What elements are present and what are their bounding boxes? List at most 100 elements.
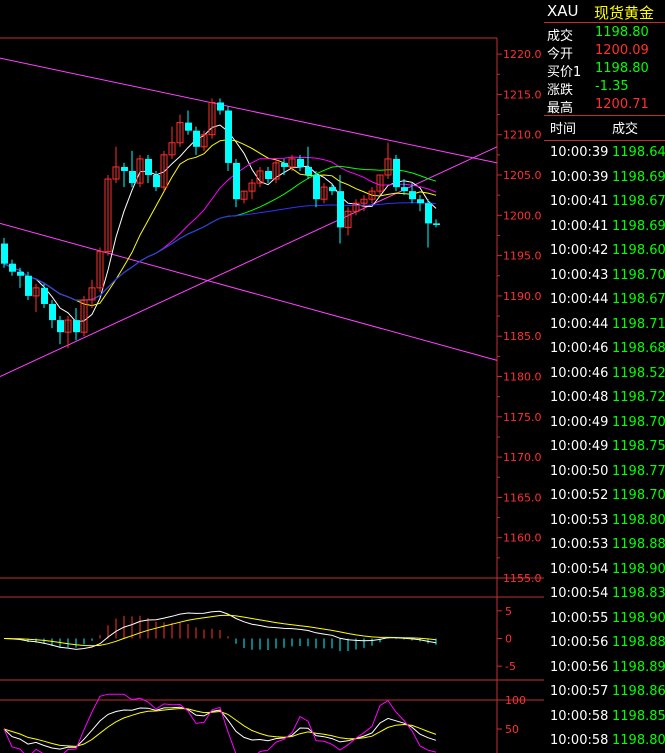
price-tick-label: 1170.0 [503, 451, 542, 464]
candle-body [41, 287, 48, 304]
tick-time: 10:00:55 [550, 610, 609, 626]
candle-body [393, 158, 400, 188]
tick-time: 10:00:42 [550, 243, 609, 258]
candle-body [9, 263, 16, 272]
tick-time: 10:00:44 [550, 316, 609, 332]
ticks-header: 时间 成交 [544, 116, 665, 140]
quote-row: 成交 1198.80 [544, 24, 665, 44]
tick-price: 1198.70 [612, 267, 665, 283]
quote-label: 最高 [547, 101, 574, 116]
tick-time: 10:00:56 [550, 659, 609, 675]
quote-value: 1200.09 [595, 43, 649, 58]
tick-price: 1198.60 [612, 243, 665, 258]
ma-line [3, 139, 437, 307]
price-tick-label: 1185.0 [503, 330, 542, 343]
tick-time: 10:00:54 [550, 561, 609, 577]
tick-row: 10:00:39 1198.64 [544, 142, 665, 165]
price-tick-label: 1180.0 [503, 371, 542, 384]
candlestick-chart[interactable]: 1220.0 1215.0 1210.0 1205.0 1200.0 1195.0 1190… [0, 0, 544, 753]
tick-row: 10:00:56 1198.88 [544, 632, 665, 655]
candle-body [265, 170, 272, 180]
tick-time: 10:00:43 [550, 267, 609, 283]
candle-body [337, 191, 344, 228]
candle-body [297, 158, 304, 167]
price-tick-label: 1175.0 [503, 411, 542, 424]
tick-price: 1198.70 [612, 488, 665, 503]
price-tick-label: 1200.0 [503, 209, 542, 222]
tick-row: 10:00:44 1198.67 [544, 289, 665, 312]
candle-body [329, 187, 336, 192]
tick-row: 10:00:57 1198.86 [544, 681, 665, 704]
price-tick-label: 1215.0 [503, 88, 542, 101]
tick-row: 10:00:42 1198.60 [544, 240, 665, 263]
tick-price: 1198.80 [612, 512, 665, 528]
quote-value: 1200.71 [595, 97, 649, 112]
tick-price: 1198.85 [612, 708, 665, 724]
tick-row: 10:00:55 1198.90 [544, 608, 665, 631]
candle-body [129, 170, 136, 184]
tick-time: 10:00:58 [550, 733, 609, 748]
tick-row: 10:00:41 1198.69 [544, 216, 665, 239]
ticks-separator [544, 140, 665, 141]
price-tick-label: 1155.0 [503, 572, 542, 585]
candle-body [153, 175, 160, 188]
ma-line [3, 202, 437, 301]
tick-price: 1198.72 [612, 390, 665, 405]
tick-price: 1198.90 [612, 610, 665, 626]
tick-time: 10:00:56 [550, 635, 609, 650]
price-tick-label: 1165.0 [503, 491, 542, 504]
candle-body [217, 102, 224, 111]
candle-body [417, 199, 424, 204]
tick-time: 10:00:48 [550, 390, 609, 405]
ticks-time-header: 时间 [550, 122, 577, 137]
price-tick-label: 1190.0 [503, 290, 542, 303]
tick-time: 10:00:57 [550, 684, 609, 699]
price-tick-label: 1160.0 [503, 532, 542, 545]
tick-time: 10:00:46 [550, 341, 609, 356]
tick-time: 10:00:44 [550, 292, 609, 307]
ma-line [3, 124, 437, 323]
kdj-panel: 100 50 [3, 693, 526, 753]
tick-price: 1198.77 [612, 463, 665, 479]
macd-tick-label: -5 [505, 660, 516, 673]
candle-body [425, 203, 432, 224]
trend-line-lower [0, 222, 498, 361]
price-tick-label: 1195.0 [503, 250, 542, 263]
tick-time: 10:00:49 [550, 439, 609, 454]
tick-price: 1198.75 [612, 439, 665, 454]
tick-row: 10:00:49 1198.70 [544, 412, 665, 435]
quote-row: 涨跌 -1.35 [544, 78, 665, 98]
tick-time: 10:00:41 [550, 194, 609, 209]
tick-row: 10:00:46 1198.68 [544, 338, 665, 361]
moving-average-lines [3, 124, 437, 323]
tick-time: 10:00:53 [550, 512, 609, 528]
tick-price: 1198.71 [612, 316, 665, 332]
quote-row: 买价1 1198.80 [544, 60, 665, 80]
instrument-name: 现货黄金 [594, 4, 655, 22]
tick-row: 10:00:50 1198.77 [544, 461, 665, 484]
tick-row: 10:00:48 1198.72 [544, 387, 665, 410]
quote-panel: XAU 现货黄金 成交 1198.80 今开 1200.09 买价1 1198.80 涨跌 -… [544, 0, 665, 753]
tick-price: 1198.68 [612, 341, 665, 356]
macd-tick-label: 5 [505, 605, 512, 618]
candle-body [121, 166, 128, 171]
candle-body [193, 130, 200, 147]
candle-body [225, 110, 232, 163]
ma-line [3, 156, 437, 301]
tick-row: 10:00:53 1198.88 [544, 534, 665, 557]
candle-body [313, 175, 320, 200]
tick-price: 1198.67 [612, 194, 665, 209]
tick-row: 10:00:54 1198.83 [544, 583, 665, 606]
macd-panel: 5 0 -5 [3, 605, 516, 673]
trend-line-support [0, 146, 498, 377]
tick-time: 10:00:39 [550, 145, 609, 160]
candle-body [17, 271, 24, 276]
candle-body [401, 187, 408, 192]
tick-price: 1198.86 [612, 684, 665, 699]
tick-time: 10:00:46 [550, 365, 609, 381]
tick-row: 10:00:39 1198.69 [544, 167, 665, 190]
candle-body [73, 320, 80, 333]
price-tick-label: 1220.0 [503, 48, 542, 61]
tick-row: 10:00:41 1198.67 [544, 191, 665, 214]
tick-price: 1198.83 [612, 586, 665, 601]
